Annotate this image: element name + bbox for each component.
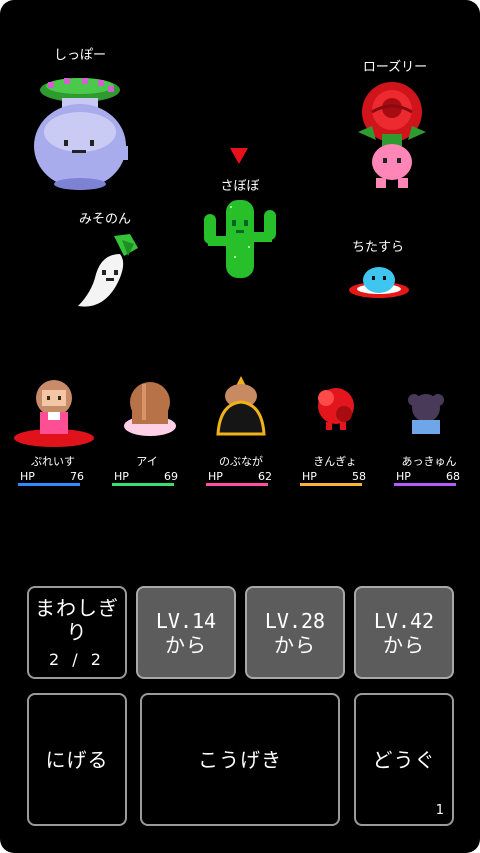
skill-unlock-level: LV.28 <box>264 608 326 633</box>
items-count-badge: 1 <box>435 803 444 818</box>
hp-value: 62 <box>258 470 272 483</box>
skill-unlock-suffix: から <box>165 632 207 657</box>
hp-bar <box>206 483 268 486</box>
hp-bar <box>394 483 456 486</box>
attack-label: こうげき <box>198 747 282 772</box>
rose-monster-icon <box>358 82 426 188</box>
skill-unlock-suffix: から <box>383 632 425 657</box>
skill-unlock-level: LV.14 <box>155 608 217 633</box>
battle-screen: しっぽー ローズリー さぼぼ みそのん ちたすら ぷれいす HP 76 アイ H… <box>0 0 480 853</box>
enemy-sabobo[interactable] <box>198 196 282 280</box>
party-sprite-nobunaga <box>210 374 272 440</box>
party-sprite-akkyun <box>404 390 448 436</box>
enemy-name-shippo: しっぽー <box>53 48 107 63</box>
items-button[interactable]: どうぐ 1 <box>354 693 454 826</box>
hp-label: HP <box>20 470 35 483</box>
hp-label: HP <box>396 470 411 483</box>
party-member-name: ぷれいす <box>31 455 75 468</box>
enemy-name-sabobo: さぼぼ <box>220 179 260 194</box>
enemy-name-chitasura: ちたすら <box>351 240 405 255</box>
attack-button[interactable]: こうげき <box>140 693 340 826</box>
items-label: どうぐ <box>372 747 436 772</box>
hp-label: HP <box>208 470 223 483</box>
skill-mawashigiri-button[interactable]: まわしぎり 2 / 2 <box>27 586 127 679</box>
party-member-name: アイ <box>136 455 158 468</box>
party-sprite-kingyo <box>310 384 362 434</box>
party-sprite-purace <box>12 376 96 448</box>
slime-monster-icon <box>349 267 409 298</box>
hp-value: 68 <box>446 470 460 483</box>
girl-back-icon <box>124 382 176 436</box>
cactus-monster-icon <box>204 200 276 278</box>
target-arrow-shape <box>230 148 248 164</box>
hp-bar <box>18 483 80 486</box>
enemy-chitasura[interactable] <box>346 262 412 302</box>
party-sprite-ai <box>122 378 182 438</box>
hp-label: HP <box>114 470 129 483</box>
boy-back-icon <box>408 394 444 434</box>
flee-label: にげる <box>45 747 109 772</box>
vase-monster-icon <box>34 78 128 190</box>
enemy-shippo[interactable] <box>28 74 132 198</box>
enemy-rosely[interactable] <box>352 82 438 200</box>
warlord-back-icon <box>216 376 266 436</box>
flee-button[interactable]: にげる <box>27 693 127 826</box>
enemy-name-rosely: ローズリー <box>362 60 428 75</box>
skill-unlock-suffix: から <box>274 632 316 657</box>
hp-value: 58 <box>352 470 366 483</box>
party-member-name: あっきゅん <box>401 455 457 468</box>
target-marker <box>230 148 248 164</box>
goldfish-icon <box>318 388 354 430</box>
enemy-name-misonon: みそのん <box>78 212 132 227</box>
hero-girl-icon <box>14 380 94 447</box>
target-arrow-icon <box>230 148 248 164</box>
enemy-misonon[interactable] <box>72 234 142 310</box>
skill-unlock-level: LV.42 <box>373 608 435 633</box>
party-member-name: のぶなが <box>219 455 263 468</box>
skill-locked-button-1[interactable]: LV.14 から <box>136 586 236 679</box>
hp-bar <box>112 483 174 486</box>
skill-locked-button-2[interactable]: LV.28 から <box>245 586 345 679</box>
hp-value: 76 <box>70 470 84 483</box>
party-member-name: きんぎょ <box>313 455 357 468</box>
skill-uses-counter: 2 / 2 <box>49 650 105 669</box>
skill-mawashigiri-label: まわしぎり <box>35 596 119 644</box>
skill-locked-button-3[interactable]: LV.42 から <box>354 586 454 679</box>
daikon-monster-icon <box>78 234 138 307</box>
hp-value: 69 <box>164 470 178 483</box>
hp-label: HP <box>302 470 317 483</box>
hp-bar <box>300 483 362 486</box>
